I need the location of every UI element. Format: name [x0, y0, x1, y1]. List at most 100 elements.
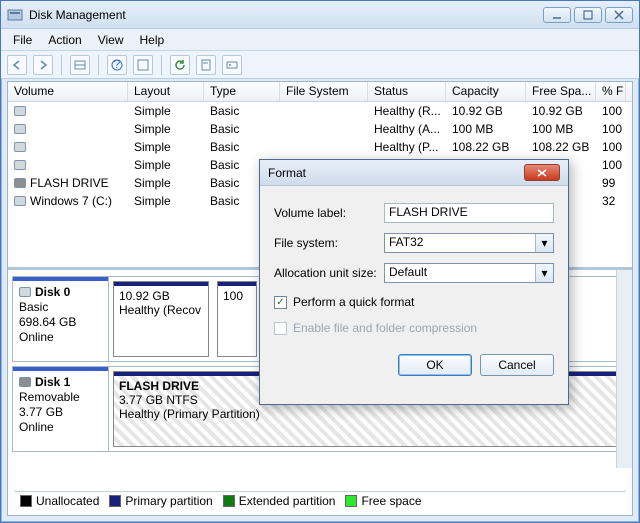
table-cell: Basic	[204, 103, 280, 119]
toolbar-settings-icon[interactable]	[222, 55, 242, 75]
table-cell: 108.22 GB	[446, 139, 526, 155]
volume-label-input[interactable]: FLASH DRIVE	[384, 203, 554, 223]
column-header[interactable]: Volume	[8, 82, 128, 101]
table-cell	[8, 105, 128, 117]
table-row[interactable]: SimpleBasicHealthy (R...10.92 GB10.92 GB…	[8, 102, 632, 120]
disk1-type: Removable	[19, 390, 102, 404]
table-row[interactable]: SimpleBasicHealthy (P...108.22 GB108.22 …	[8, 138, 632, 156]
maximize-button[interactable]	[574, 7, 602, 23]
legend-free: Free space	[361, 494, 421, 508]
disk0-status: Online	[19, 330, 102, 344]
menubar: File Action View Help	[1, 29, 639, 51]
back-button[interactable]	[7, 55, 27, 75]
disk0-size: 698.64 GB	[19, 315, 102, 329]
table-cell: FLASH DRIVE	[8, 175, 128, 191]
table-cell: Healthy (A...	[368, 121, 446, 137]
compression-checkbox	[274, 322, 287, 335]
menu-action[interactable]: Action	[40, 31, 89, 49]
disk0-partition[interactable]: 100	[217, 281, 257, 357]
minimize-button[interactable]	[543, 7, 571, 23]
legend-extended-swatch	[223, 495, 235, 507]
table-cell: 100	[596, 157, 626, 173]
allocation-select[interactable]: Default▾	[384, 263, 554, 283]
toolbar-icon[interactable]	[133, 55, 153, 75]
table-cell: 100	[596, 103, 626, 119]
compression-row: Enable file and folder compression	[274, 318, 554, 338]
table-cell: Simple	[128, 103, 204, 119]
disk0-header[interactable]: Disk 0 Basic 698.64 GB Online	[13, 277, 109, 361]
legend-free-swatch	[345, 495, 357, 507]
menu-file[interactable]: File	[5, 31, 40, 49]
table-cell: 10.92 GB	[526, 103, 596, 119]
disk0-type: Basic	[19, 300, 102, 314]
hdd-icon	[14, 142, 26, 152]
table-cell: 100 MB	[446, 121, 526, 137]
table-cell	[8, 141, 128, 153]
table-cell: 99	[596, 175, 626, 191]
hdd-icon	[14, 160, 26, 170]
chevron-down-icon: ▾	[535, 234, 553, 252]
table-cell: Healthy (P...	[368, 139, 446, 155]
column-header[interactable]: % F	[596, 82, 626, 101]
menu-help[interactable]: Help	[132, 31, 173, 49]
close-button[interactable]	[605, 7, 633, 23]
disk1-header[interactable]: Disk 1 Removable 3.77 GB Online	[13, 367, 109, 451]
ok-button[interactable]: OK	[398, 354, 472, 376]
toolbar-grid-icon[interactable]	[70, 55, 90, 75]
hdd-icon	[14, 106, 26, 116]
table-cell: Simple	[128, 157, 204, 173]
quick-format-row[interactable]: ✓ Perform a quick format	[274, 292, 554, 312]
disk-icon	[19, 287, 31, 297]
column-header[interactable]: Status	[368, 82, 446, 101]
table-cell: Simple	[128, 175, 204, 191]
column-header[interactable]: File System	[280, 82, 368, 101]
hdd-icon	[14, 196, 26, 206]
compression-label: Enable file and folder compression	[293, 321, 477, 335]
table-cell	[280, 110, 368, 112]
disk1-name: Disk 1	[35, 375, 70, 389]
partition-status: Healthy (Primary Partition)	[119, 407, 617, 421]
window-title: Disk Management	[29, 8, 543, 22]
table-cell: 100	[596, 121, 626, 137]
dialog-close-button[interactable]	[524, 164, 560, 181]
quick-format-checkbox[interactable]: ✓	[274, 296, 287, 309]
allocation-label: Allocation unit size:	[274, 266, 384, 280]
column-header[interactable]: Free Spa...	[526, 82, 596, 101]
table-cell: 100 MB	[526, 121, 596, 137]
legend-unallocated: Unallocated	[36, 494, 99, 508]
toolbar: ?	[1, 51, 639, 79]
table-cell	[280, 146, 368, 148]
disk0-name: Disk 0	[35, 285, 70, 299]
table-cell: Healthy (R...	[368, 103, 446, 119]
menu-view[interactable]: View	[90, 31, 132, 49]
help-icon[interactable]: ?	[107, 55, 127, 75]
column-header[interactable]: Type	[204, 82, 280, 101]
file-system-select[interactable]: FAT32▾	[384, 233, 554, 253]
disk-management-window: Disk Management File Action View Help ? …	[0, 0, 640, 523]
column-header[interactable]: Capacity	[446, 82, 526, 101]
table-cell: Windows 7 (C:)	[8, 193, 128, 209]
forward-button[interactable]	[33, 55, 53, 75]
table-cell: 32	[596, 193, 626, 209]
refresh-icon[interactable]	[170, 55, 190, 75]
table-cell	[280, 128, 368, 130]
flash-drive-icon	[14, 178, 26, 188]
legend-primary-swatch	[109, 495, 121, 507]
allocation-value: Default	[389, 265, 427, 279]
disk-map-scrollbar[interactable]	[616, 270, 632, 468]
dialog-titlebar[interactable]: Format	[260, 160, 568, 186]
table-cell: Basic	[204, 139, 280, 155]
titlebar[interactable]: Disk Management	[1, 1, 639, 29]
table-cell: Simple	[128, 121, 204, 137]
properties-icon[interactable]	[196, 55, 216, 75]
table-cell: Simple	[128, 139, 204, 155]
legend-primary: Primary partition	[125, 494, 212, 508]
table-cell: 10.92 GB	[446, 103, 526, 119]
table-cell	[8, 123, 128, 135]
table-row[interactable]: SimpleBasicHealthy (A...100 MB100 MB100	[8, 120, 632, 138]
flash-disk-icon	[19, 377, 31, 387]
disk0-partition[interactable]: 10.92 GBHealthy (Recov	[113, 281, 209, 357]
legend-extended: Extended partition	[239, 494, 336, 508]
cancel-button[interactable]: Cancel	[480, 354, 554, 376]
column-header[interactable]: Layout	[128, 82, 204, 101]
